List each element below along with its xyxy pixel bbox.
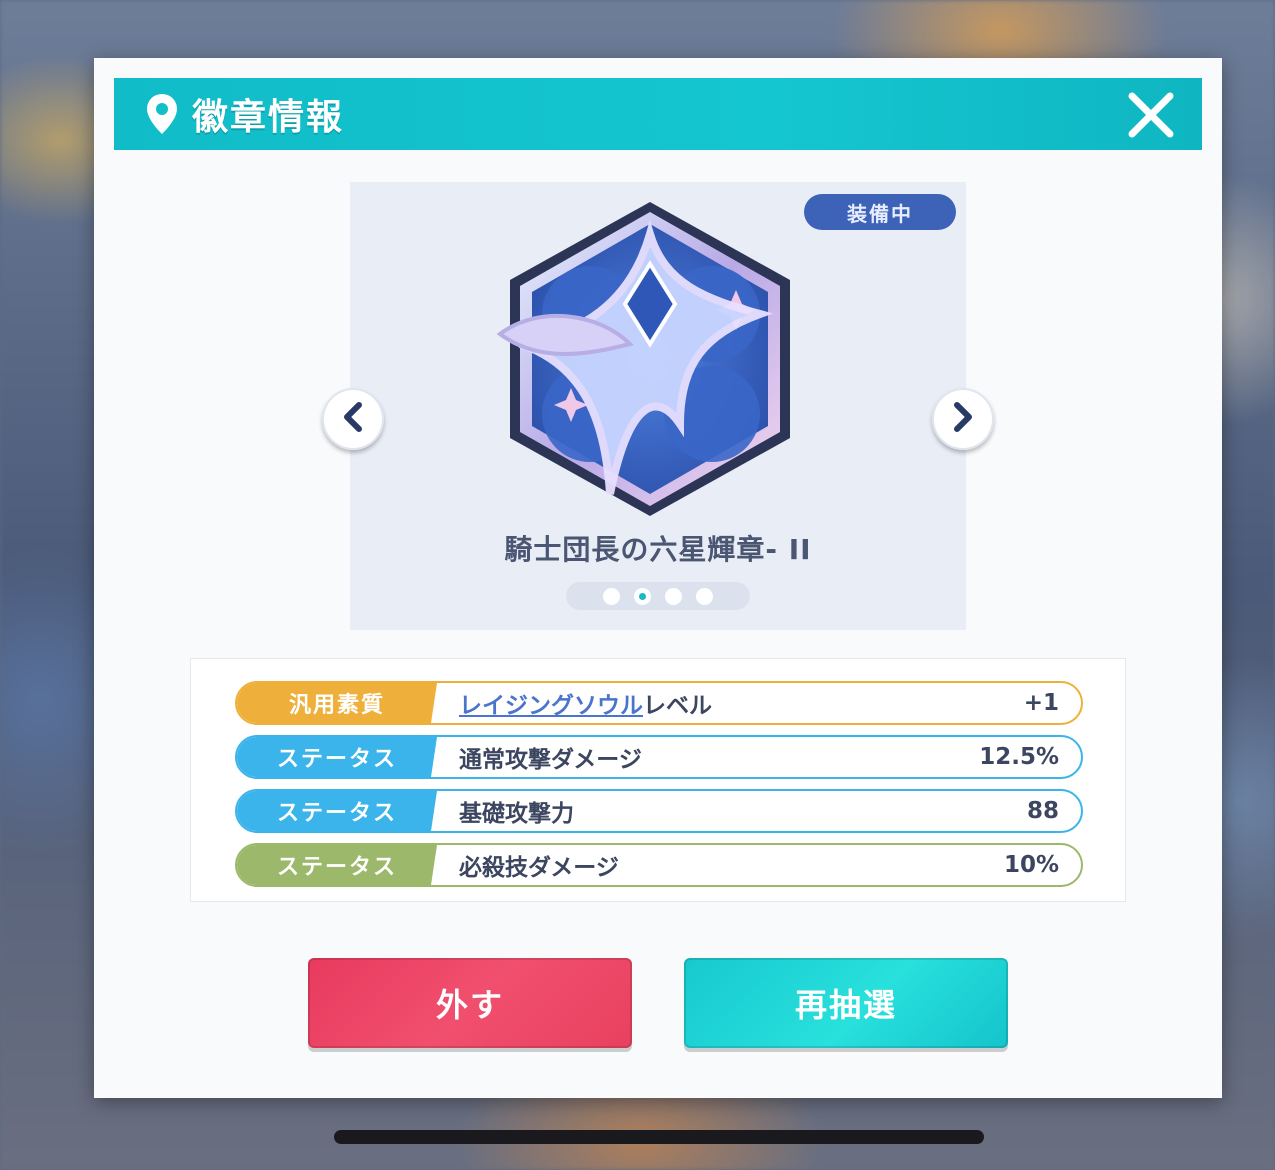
badge-info-dialog: 徽章情報 装備中 騎士団長の六星輝章- II 汎用素質 レイジングソウルレベル … — [94, 58, 1222, 1098]
stat-label: 基礎攻撃力 — [459, 801, 574, 827]
stat-value: 88 — [1026, 798, 1059, 824]
stat-tag: ステータス — [237, 737, 437, 777]
dialog-header: 徽章情報 — [114, 78, 1202, 150]
page-dot-active[interactable] — [634, 587, 651, 605]
badge-preview-panel: 装備中 騎士団長の六星輝章- II — [350, 182, 966, 630]
stat-label-text: レベル — [643, 693, 712, 719]
stat-value: 12.5% — [979, 744, 1059, 770]
stat-row: ステータス 通常攻撃ダメージ 12.5% — [235, 735, 1083, 779]
next-badge-button[interactable] — [932, 388, 994, 450]
location-pin-icon — [144, 91, 180, 137]
close-icon[interactable] — [1124, 88, 1178, 142]
stat-tag: ステータス — [237, 791, 437, 831]
chevron-right-icon — [950, 402, 976, 436]
page-dot[interactable] — [665, 587, 682, 605]
previous-badge-button[interactable] — [322, 388, 384, 450]
stat-row: ステータス 基礎攻撃力 88 — [235, 789, 1083, 833]
badge-emblem-image — [496, 202, 790, 516]
home-indicator[interactable] — [334, 1130, 984, 1144]
dialog-title: 徽章情報 — [192, 97, 345, 138]
badge-stats-panel: 汎用素質 レイジングソウルレベル +1 ステータス 通常攻撃ダメージ 12.5%… — [190, 658, 1126, 902]
page-indicator — [566, 582, 750, 610]
skill-link[interactable]: レイジングソウル — [459, 693, 643, 719]
page-dot[interactable] — [603, 587, 620, 605]
remove-button[interactable]: 外す — [308, 958, 632, 1048]
stat-tag: ステータス — [237, 845, 437, 885]
stat-label: 必殺技ダメージ — [459, 855, 619, 881]
page-dot[interactable] — [696, 587, 713, 605]
stat-tag: 汎用素質 — [237, 683, 437, 723]
stat-row: 汎用素質 レイジングソウルレベル +1 — [235, 681, 1083, 725]
equipped-badge: 装備中 — [804, 194, 956, 230]
stat-label: レイジングソウルレベル — [459, 686, 1024, 720]
stat-label: 通常攻撃ダメージ — [459, 747, 642, 773]
stat-row: ステータス 必殺技ダメージ 10% — [235, 843, 1083, 887]
reroll-button[interactable]: 再抽選 — [684, 958, 1008, 1048]
badge-name: 騎士団長の六星輝章- II — [504, 533, 812, 566]
chevron-left-icon — [340, 402, 366, 436]
stat-value: +1 — [1023, 690, 1059, 716]
stat-value: 10% — [1003, 852, 1059, 878]
